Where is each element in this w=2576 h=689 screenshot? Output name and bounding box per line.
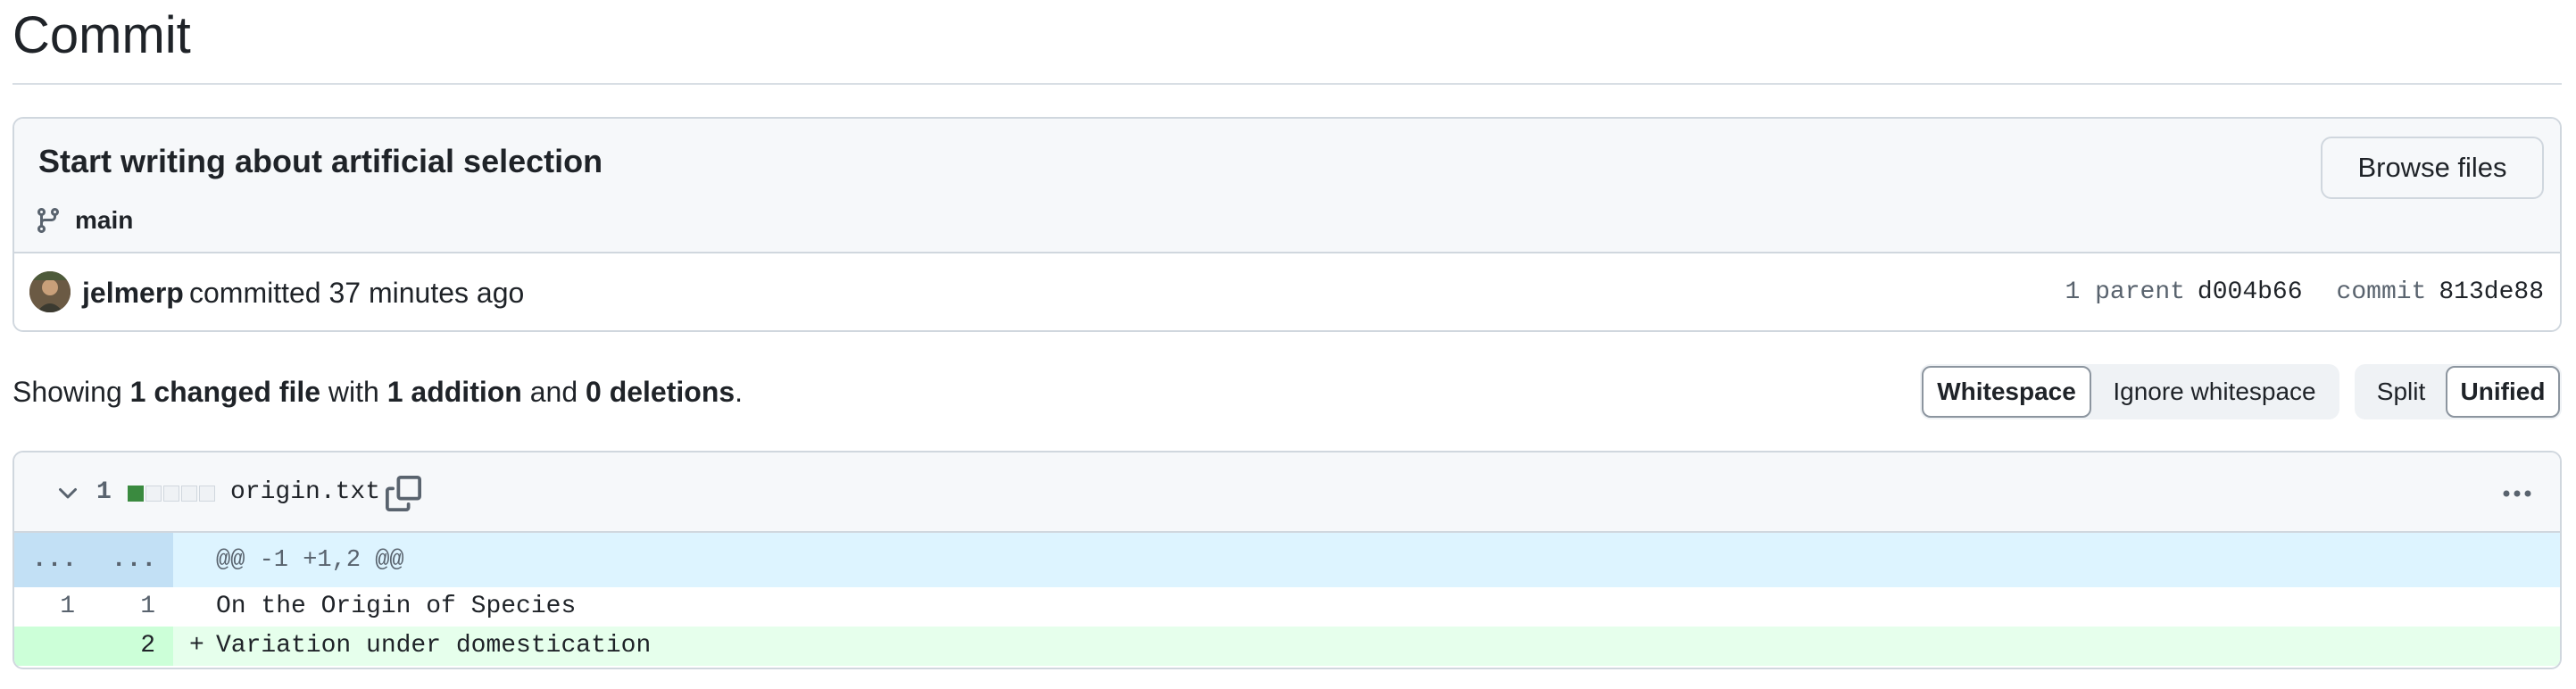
diffstat-block-neutral <box>163 486 179 502</box>
hunk-header: @@ -1 +1,2 @@ <box>216 547 404 574</box>
page-title: Commit <box>12 6 191 64</box>
parent-label: 1 parent <box>2065 278 2185 306</box>
commit-header-box: Start writing about artificial selection… <box>12 117 2562 332</box>
diff-line: 1 1 On the Origin of Species <box>14 587 2560 627</box>
commit-message: Start writing about artificial selection <box>38 143 603 179</box>
file-name-link[interactable]: origin.txt <box>230 474 380 511</box>
commit-meta-row: jelmerp committed 37 minutes ago 1 paren… <box>14 253 2560 330</box>
line-code: Variation under domestication <box>216 632 652 660</box>
file-header: 1 origin.txt <box>14 452 2560 533</box>
diff-view-toggle-group: Split Unified <box>2355 364 2562 419</box>
diff-summary: Showing 1 changed file with 1 addition a… <box>12 376 744 408</box>
file-diff: 1 origin.txt ... ... @@ -1 +1,2 @@ 1 1 O… <box>12 451 2562 669</box>
commit-title-section: Start writing about artificial selection… <box>14 119 2560 253</box>
diffstat-block-neutral <box>145 486 162 502</box>
title-divider <box>12 83 2562 85</box>
diff-line-addition: 2 + Variation under domestication <box>14 627 2560 666</box>
new-line-number[interactable]: 1 <box>95 587 155 627</box>
commit-label: commit <box>2336 278 2427 306</box>
diffstat-block-neutral <box>199 486 215 502</box>
sha-info: 1 parent d004b66 commit 813de88 <box>2065 275 2545 311</box>
hunk-header-row: ... ... @@ -1 +1,2 @@ <box>14 533 2560 587</box>
avatar[interactable] <box>29 271 71 312</box>
whitespace-toggle-group: Whitespace Ignore whitespace <box>1920 364 2339 419</box>
deletions-count: 0 deletions <box>586 376 735 408</box>
git-branch-icon <box>37 208 59 234</box>
diffstat-bar <box>128 486 215 502</box>
commit-time: committed 37 minutes ago <box>189 277 525 309</box>
avatar-image <box>29 271 71 312</box>
unified-view-button[interactable]: Unified <box>2446 366 2560 418</box>
whitespace-button[interactable]: Whitespace <box>1922 366 2091 418</box>
split-view-button[interactable]: Split <box>2356 366 2446 418</box>
branch-indicator[interactable]: main <box>34 201 133 240</box>
diffstat-block-added <box>128 486 144 502</box>
new-line-number[interactable]: 2 <box>95 627 155 666</box>
diffstat-block-neutral <box>181 486 197 502</box>
expand-down-button[interactable]: ... <box>95 533 173 587</box>
line-marker: + <box>189 632 204 660</box>
author-link[interactable]: jelmerp <box>82 273 184 312</box>
copy-icon[interactable] <box>386 476 421 511</box>
ignore-whitespace-button[interactable]: Ignore whitespace <box>2091 366 2338 418</box>
old-line-number[interactable]: 1 <box>14 587 75 627</box>
old-line-number[interactable] <box>14 627 75 666</box>
chevron-down-icon[interactable] <box>54 479 82 508</box>
commit-sha[interactable]: 813de88 <box>2439 275 2544 311</box>
expand-up-button[interactable]: ... <box>14 533 95 587</box>
parent-sha-link[interactable]: d004b66 <box>2198 275 2303 311</box>
kebab-horizontal-icon[interactable] <box>2499 477 2535 510</box>
browse-files-button[interactable]: Browse files <box>2321 137 2544 199</box>
additions-count: 1 addition <box>386 376 522 408</box>
branch-name[interactable]: main <box>75 206 133 235</box>
changed-files-count: 1 changed file <box>129 376 321 408</box>
line-code: On the Origin of Species <box>216 593 577 620</box>
file-changes-count: 1 <box>96 478 112 506</box>
